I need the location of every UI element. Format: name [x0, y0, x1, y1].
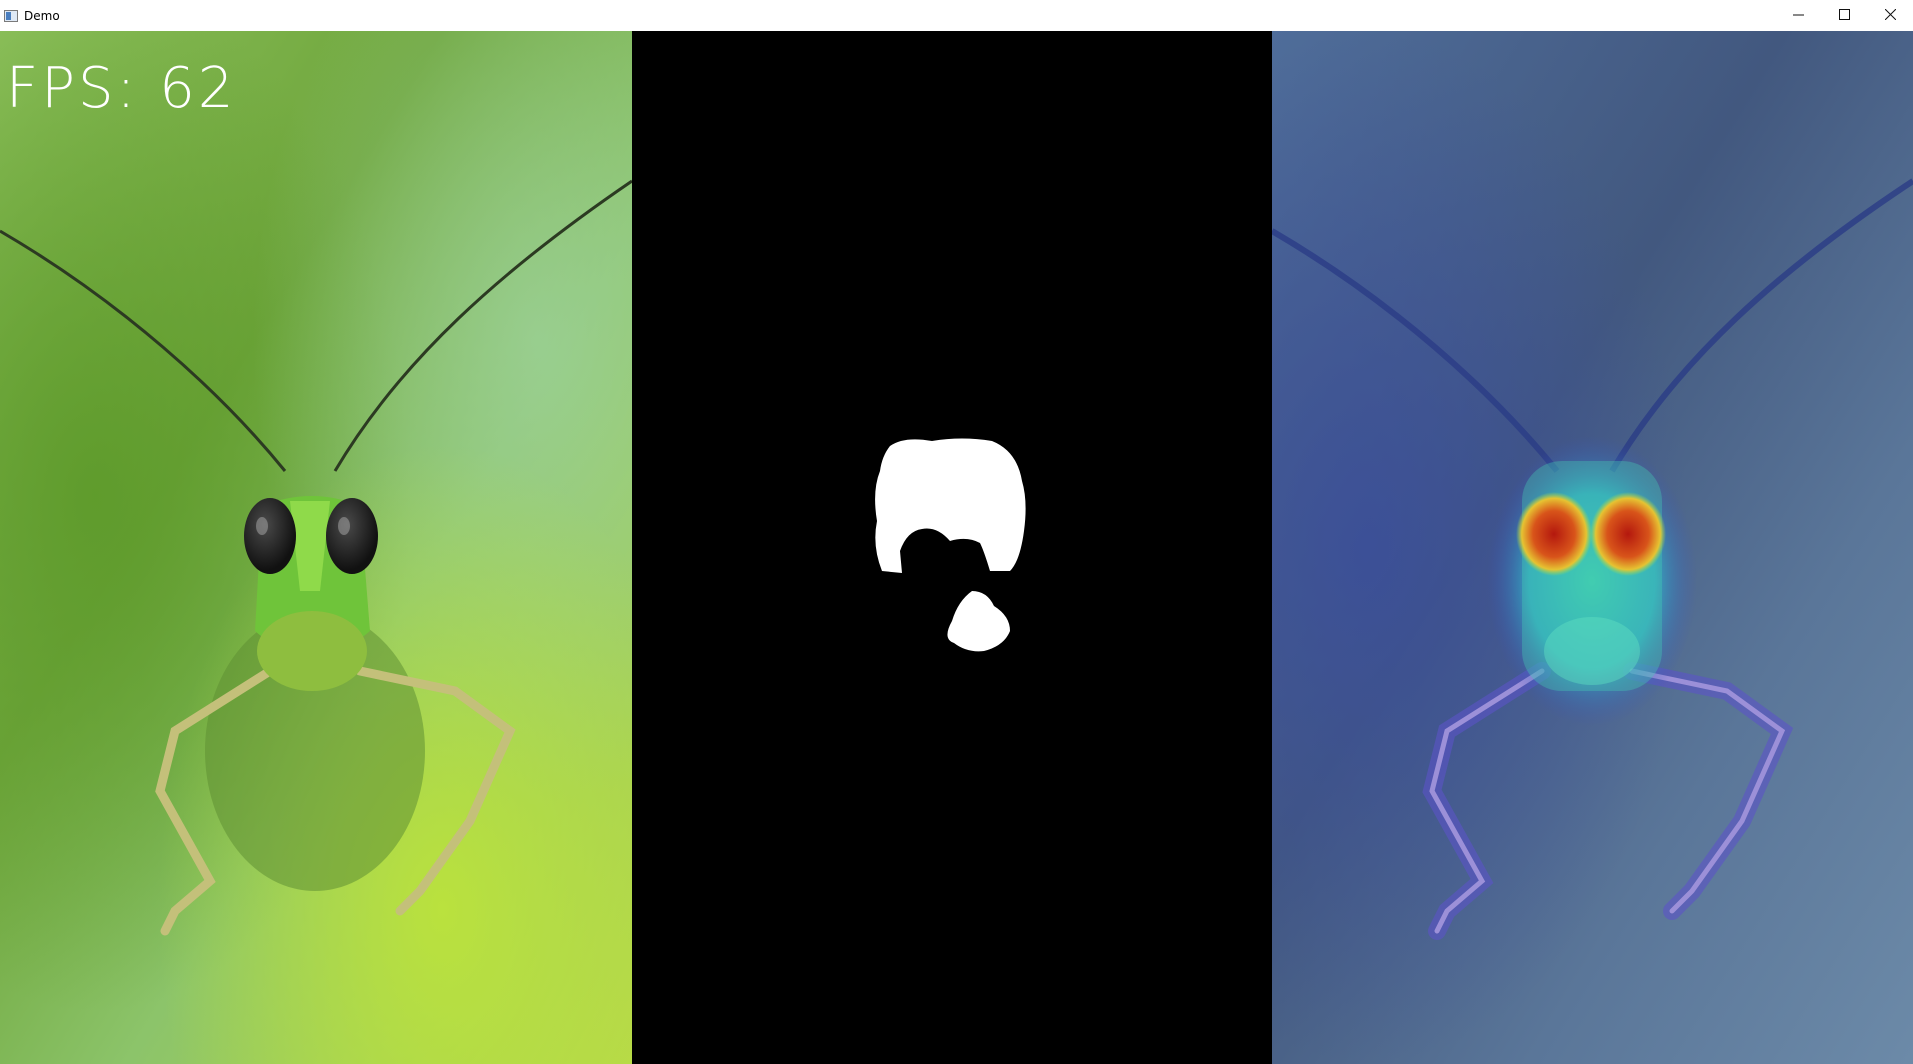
segmentation-mask — [632, 31, 1272, 1064]
maximize-icon — [1838, 8, 1850, 24]
heatmap-overlay — [1272, 31, 1913, 1064]
window-app-icon — [4, 9, 18, 22]
minimize-button[interactable] — [1775, 0, 1821, 31]
demo-window: Demo FPS: 62 — [0, 0, 1913, 1064]
title-bar[interactable]: Demo — [0, 0, 1913, 32]
fps-counter: FPS: 62 — [6, 61, 236, 117]
original-image-panel: FPS: 62 — [0, 31, 632, 1064]
grasshopper-photo — [0, 31, 632, 1064]
video-canvas: FPS: 62 — [0, 31, 1913, 1064]
fps-value: 62 — [159, 56, 237, 121]
close-button[interactable] — [1867, 0, 1913, 31]
window-title: Demo — [24, 8, 60, 23]
fps-label: FPS: — [6, 56, 139, 121]
close-icon — [1884, 8, 1896, 24]
minimize-icon — [1792, 8, 1804, 24]
window-controls — [1775, 0, 1913, 31]
mask-panel — [632, 31, 1272, 1064]
maximize-button[interactable] — [1821, 0, 1867, 31]
heatmap-panel — [1272, 31, 1913, 1064]
